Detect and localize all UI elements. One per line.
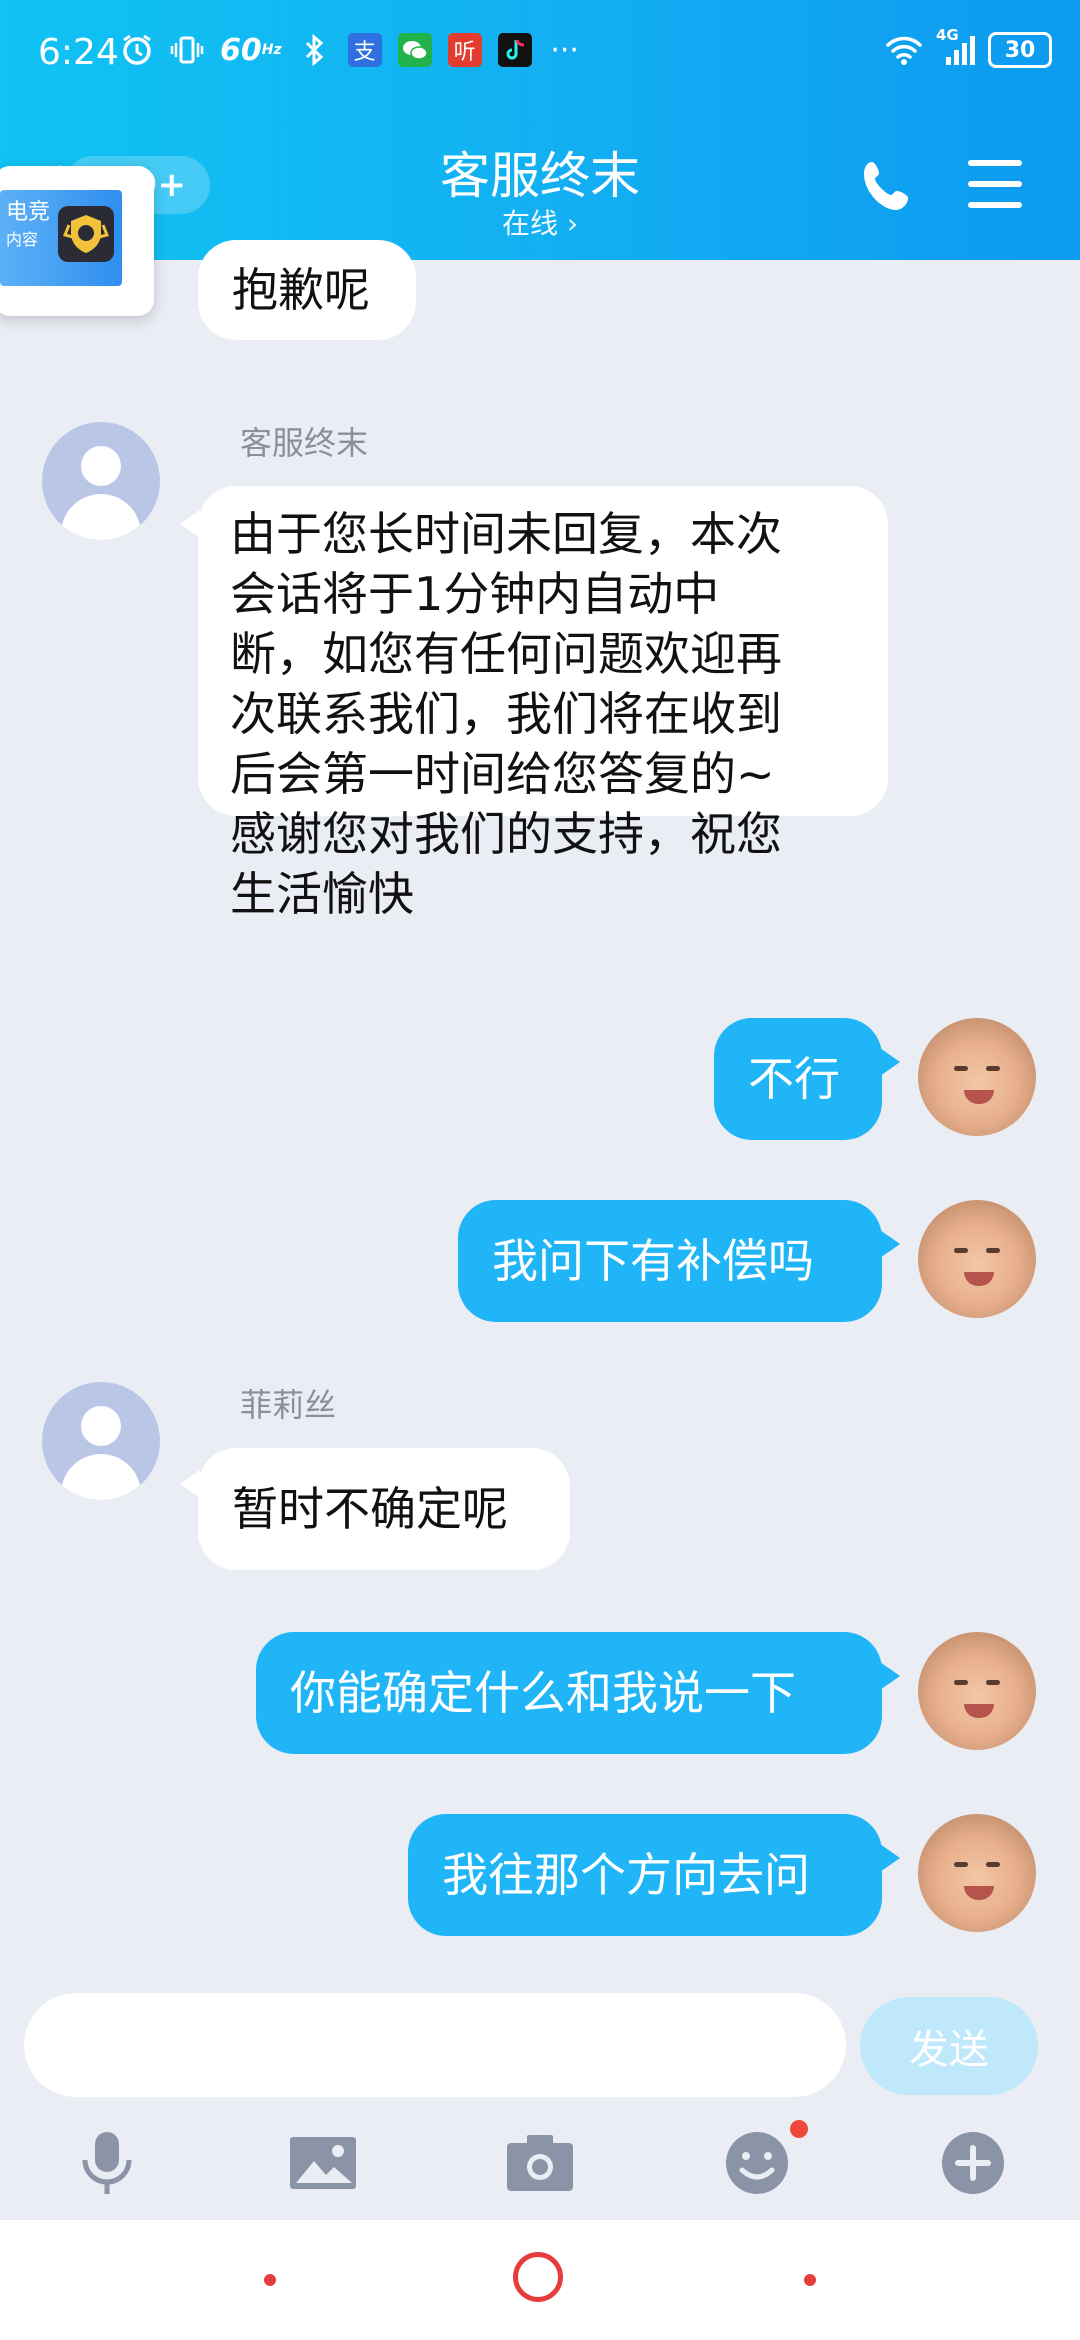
notification-dot bbox=[790, 2120, 808, 2138]
nav-home-button[interactable] bbox=[513, 2252, 563, 2302]
network-type: 4G bbox=[936, 26, 959, 44]
online-status[interactable]: 在线 › bbox=[0, 202, 1080, 242]
bubble-tail bbox=[180, 1470, 200, 1498]
image-icon[interactable] bbox=[288, 2128, 358, 2198]
message-input[interactable] bbox=[24, 1993, 846, 2097]
user-avatar[interactable] bbox=[918, 1632, 1036, 1750]
message-bubble-outgoing[interactable]: 我问下有补偿吗 bbox=[458, 1200, 882, 1322]
alipay-app-icon: 支 bbox=[347, 33, 382, 67]
message-bubble-outgoing[interactable]: 我往那个方向去问 bbox=[408, 1814, 882, 1936]
status-time: 6:24 bbox=[38, 32, 119, 73]
menu-line bbox=[968, 181, 1022, 187]
menu-line bbox=[968, 202, 1022, 208]
esports-shield-icon bbox=[58, 206, 114, 262]
message-line: 断，如您有任何问题欢迎再 bbox=[230, 627, 782, 681]
sender-name: 菲莉丝 bbox=[240, 1386, 337, 1424]
floating-widget-line2: 内容 bbox=[6, 230, 39, 250]
cellular-signal-icon: 4G bbox=[936, 26, 976, 70]
send-button[interactable]: 发送 bbox=[860, 1997, 1038, 2095]
input-toolbar bbox=[0, 2120, 1080, 2220]
more-notifications-icon: ··· bbox=[550, 32, 579, 68]
agent-avatar[interactable] bbox=[42, 1382, 160, 1500]
system-nav-bar bbox=[0, 2220, 1080, 2340]
message-line: 次联系我们，我们将在收到 bbox=[230, 687, 782, 741]
floating-widget-banner: 电竞 内容 bbox=[0, 190, 122, 286]
floating-widget-text: 电竞 内容 bbox=[6, 200, 50, 250]
menu-button[interactable] bbox=[968, 160, 1022, 208]
alarm-icon bbox=[120, 30, 154, 70]
chat-header: 6:24 60 Hz 支 听 ··· 4G 30 客服终末 在线 › bbox=[0, 0, 1080, 260]
battery-indicator: 30 bbox=[988, 32, 1052, 68]
message-line: 后会第一时间给您答复的~ bbox=[230, 747, 775, 801]
call-button[interactable] bbox=[858, 156, 918, 216]
floating-widget[interactable]: 电竞 内容 bbox=[0, 166, 154, 316]
bluetooth-icon bbox=[298, 30, 332, 70]
alipay-app-label: 支 bbox=[353, 40, 376, 65]
user-avatar[interactable] bbox=[918, 1814, 1036, 1932]
microphone-icon[interactable] bbox=[72, 2128, 142, 2198]
emoji-icon[interactable] bbox=[722, 2128, 792, 2198]
camera-icon[interactable] bbox=[505, 2128, 575, 2198]
refresh-rate-indicator: 60 Hz bbox=[220, 30, 282, 70]
message-line: 由于您长时间未回复，本次 bbox=[230, 507, 782, 561]
sender-name: 客服终末 bbox=[240, 424, 369, 462]
message-bubble-incoming[interactable]: 由于您长时间未回复，本次 会话将于1分钟内自动中 断，如您有任何问题欢迎再 次联… bbox=[198, 486, 888, 921]
wifi-icon bbox=[884, 30, 924, 70]
status-right: 4G 30 bbox=[884, 26, 1052, 70]
message-line: 感谢您对我们的支持，祝您 bbox=[230, 807, 782, 861]
message-line: 生活愉快 bbox=[230, 867, 414, 921]
floating-widget-line1: 电竞 bbox=[6, 200, 51, 225]
nav-back-button[interactable] bbox=[804, 2274, 816, 2286]
bubble-tail bbox=[880, 1230, 900, 1258]
tiktok-app-icon bbox=[497, 33, 532, 67]
message-bubble-outgoing[interactable]: 你能确定什么和我说一下 bbox=[256, 1632, 882, 1754]
refresh-rate-value: 60 bbox=[220, 32, 262, 68]
status-bar: 6:24 60 Hz 支 听 ··· 4G 30 bbox=[0, 22, 1080, 92]
vibrate-icon bbox=[170, 30, 204, 70]
bubble-tail bbox=[880, 1844, 900, 1872]
plus-icon[interactable] bbox=[938, 2128, 1008, 2198]
wechat-app-icon bbox=[397, 33, 432, 67]
user-avatar[interactable] bbox=[918, 1018, 1036, 1136]
message-line: 会话将于1分钟内自动中 bbox=[230, 567, 720, 621]
listen-app-label: 听 bbox=[453, 40, 476, 65]
bubble-tail bbox=[180, 510, 200, 538]
input-bar: 发送 bbox=[0, 1985, 1080, 2120]
user-avatar[interactable] bbox=[918, 1200, 1036, 1318]
chat-title[interactable]: 客服终末 bbox=[0, 136, 1080, 208]
bubble-tail bbox=[880, 1048, 900, 1076]
message-bubble-incoming[interactable]: 抱歉呢 bbox=[198, 240, 416, 340]
message-bubble-incoming[interactable]: 暂时不确定呢 bbox=[198, 1448, 570, 1570]
status-icons: 60 Hz 支 听 ··· bbox=[120, 30, 582, 70]
agent-avatar[interactable] bbox=[42, 422, 160, 540]
message-bubble-outgoing[interactable]: 不行 bbox=[714, 1018, 882, 1140]
phone-icon bbox=[864, 162, 908, 210]
menu-line bbox=[968, 160, 1022, 166]
nav-menu-button[interactable] bbox=[264, 2274, 276, 2286]
refresh-rate-unit: Hz bbox=[261, 42, 282, 58]
message-list[interactable]: 抱歉呢 客服终末 由于您长时间未回复，本次 会话将于1分钟内自动中 断，如您有任… bbox=[0, 240, 1080, 1985]
bubble-tail bbox=[880, 1662, 900, 1690]
listen-app-icon: 听 bbox=[447, 33, 482, 67]
